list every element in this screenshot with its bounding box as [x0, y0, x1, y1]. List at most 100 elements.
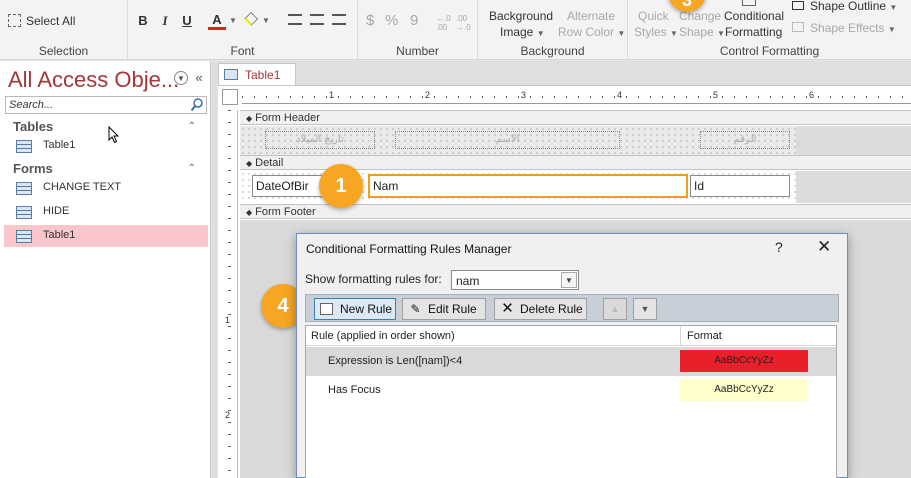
header-label-name[interactable]: الاسم	[395, 131, 620, 149]
select-all-button[interactable]: Select All	[26, 14, 75, 28]
ruler-number: 3	[521, 90, 527, 100]
nav-item-hide[interactable]: HIDE	[4, 201, 208, 223]
section-tables[interactable]: Tables	[13, 119, 53, 134]
edit-rule-icon: ✎	[410, 302, 421, 316]
conditional-formatting-line1[interactable]: Conditional	[724, 9, 784, 23]
new-rule-label: New Rule	[340, 302, 393, 316]
form-selector[interactable]	[222, 89, 238, 105]
nav-item-change-text[interactable]: CHANGE TEXT	[4, 177, 208, 199]
column-divider	[680, 326, 681, 346]
increase-decimals-icon[interactable]: ←.0.00	[436, 14, 451, 32]
ruler-number: 2	[225, 410, 231, 420]
font-group-label: Font	[230, 44, 255, 58]
chevron-down-icon[interactable]: ▼	[561, 272, 577, 288]
nav-item-label: CHANGE TEXT	[43, 181, 122, 193]
nav-menu-icon[interactable]: ▼	[174, 71, 188, 85]
form-icon	[224, 69, 238, 80]
move-down-icon[interactable]: ▼	[633, 298, 657, 320]
align-left-icon[interactable]	[288, 14, 302, 25]
move-up-icon[interactable]: ▲	[603, 298, 627, 320]
show-rules-select[interactable]: nam ▼	[451, 270, 579, 290]
form-icon	[16, 206, 32, 219]
fill-color-dropdown-icon[interactable]: ▼	[262, 16, 270, 25]
callout-1: 1	[319, 164, 363, 208]
form-footer-label: ◆ Form Footer	[246, 206, 316, 218]
form-header-section: تاريخ الميلاد الاسم الرقم	[240, 126, 796, 155]
form-icon	[16, 230, 32, 243]
rules-toolbar: New Rule ✎ Edit Rule ✕ Delete Rule ▲ ▼	[305, 294, 839, 322]
background-group-label: Background	[520, 44, 585, 58]
selection-group: Select All Selection	[0, 0, 128, 60]
new-rule-icon	[320, 303, 333, 315]
id-textbox[interactable]: Id	[690, 175, 790, 197]
background-image-line1[interactable]: Background	[489, 9, 553, 23]
ruler-number: 2	[425, 90, 431, 100]
edit-rule-label: Edit Rule	[428, 302, 477, 316]
number-group: $ % 9 ←.0.00 .00 →.0 Number	[358, 0, 478, 60]
select-all-icon	[8, 14, 21, 27]
format-preview: AaBbCcYyZz	[680, 350, 808, 372]
tables-collapse-icon[interactable]: ⌃	[188, 121, 196, 132]
search-icon[interactable]	[191, 98, 203, 112]
delete-rule-icon: ✕	[501, 300, 514, 317]
search-box[interactable]: Search...	[5, 96, 207, 114]
quick-styles-line2[interactable]: Styles ▼	[634, 25, 678, 39]
font-group: B I U A ▼ ▼ Font	[128, 0, 358, 60]
nav-item-table1[interactable]: Table1	[4, 135, 208, 157]
new-rule-button[interactable]: New Rule	[314, 298, 396, 320]
search-input[interactable]: Search...	[9, 99, 53, 111]
shape-effects-button[interactable]: Shape Effects ▼	[810, 21, 896, 35]
close-button[interactable]: ✕	[817, 237, 831, 257]
nav-item-label: Table1	[43, 139, 76, 151]
column-format: Format	[687, 330, 722, 342]
percent-button[interactable]: %	[385, 12, 398, 29]
font-color-button[interactable]: A	[208, 12, 226, 30]
shape-outline-button[interactable]: Shape Outline ▼	[810, 0, 897, 13]
header-label-dob[interactable]: تاريخ الميلاد	[265, 131, 375, 149]
ribbon: Select All Selection B I U A ▼ ▼ Font $ …	[0, 0, 911, 60]
collapse-pane-icon[interactable]: «	[192, 71, 206, 85]
tab-table1[interactable]: Table1	[218, 63, 296, 85]
conditional-formatting-line2[interactable]: Formatting	[725, 25, 782, 39]
edit-rule-button[interactable]: ✎ Edit Rule	[402, 298, 486, 320]
font-color-dropdown-icon[interactable]: ▼	[229, 16, 237, 25]
forms-collapse-icon[interactable]: ⌃	[188, 163, 196, 174]
currency-button[interactable]: $	[366, 12, 374, 29]
conditional-formatting-icon[interactable]	[742, 0, 756, 6]
fill-color-icon[interactable]	[244, 12, 258, 26]
form-icon	[16, 182, 32, 195]
alternate-row-color-line1[interactable]: Alternate	[567, 9, 615, 23]
bold-button[interactable]: B	[134, 12, 152, 30]
form-header-label: ◆ Form Header	[246, 112, 320, 124]
delete-rule-label: Delete Rule	[520, 302, 583, 316]
background-image-line2[interactable]: Image ▼	[500, 25, 545, 39]
rule-row[interactable]: Expression is Len([nam])<4 AaBbCcYyZz	[306, 347, 836, 376]
nav-title[interactable]: All Access Obje...	[8, 67, 179, 93]
underline-button[interactable]: U	[178, 12, 196, 30]
form-header-bar[interactable]: ◆ Form Header	[240, 110, 911, 125]
dialog-title: Conditional Formatting Rules Manager	[306, 242, 512, 256]
italic-button[interactable]: I	[156, 12, 174, 30]
alternate-row-color-line2[interactable]: Row Color ▼	[558, 25, 625, 39]
show-rules-label: Show formatting rules for:	[305, 272, 442, 286]
name-textbox[interactable]: Nam	[368, 174, 688, 198]
section-forms[interactable]: Forms	[13, 161, 53, 176]
decrease-decimals-icon[interactable]: .00 →.0	[456, 14, 471, 32]
ruler-number: 6	[809, 90, 815, 100]
header-label-id[interactable]: الرقم	[700, 131, 790, 149]
align-right-icon[interactable]	[332, 14, 346, 25]
align-center-icon[interactable]	[310, 14, 324, 25]
rule-row[interactable]: Has Focus AaBbCcYyZz	[306, 376, 836, 405]
rules-list: Rule (applied in order shown) Format Exp…	[305, 325, 837, 478]
change-shape-line2[interactable]: Shape ▼	[679, 25, 725, 39]
quick-styles-line1[interactable]: Quick	[638, 9, 669, 23]
conditional-formatting-dialog: Conditional Formatting Rules Manager ? ✕…	[296, 233, 848, 478]
nav-item-label: HIDE	[43, 205, 70, 217]
rule-label: Has Focus	[328, 384, 381, 396]
delete-rule-button[interactable]: ✕ Delete Rule	[494, 298, 587, 320]
selection-group-label: Selection	[38, 44, 89, 58]
header-grey-area	[796, 126, 911, 155]
help-button[interactable]: ?	[775, 239, 783, 255]
nav-item-form-table1[interactable]: Table1	[4, 225, 208, 247]
comma-button[interactable]: 9	[410, 12, 418, 29]
